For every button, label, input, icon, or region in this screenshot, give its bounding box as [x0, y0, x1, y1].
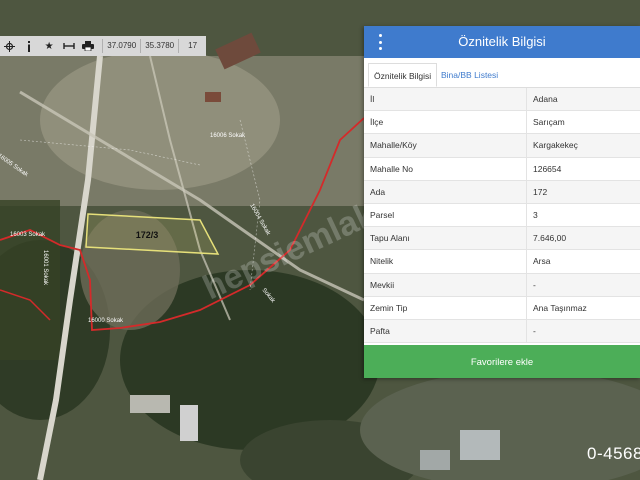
street-label-16006: 16006 Sokak	[210, 133, 246, 139]
print-icon[interactable]	[79, 36, 99, 56]
panel-tabs: Öznitelik Bilgisi Bina/BB Listesi	[364, 58, 640, 88]
street-label-16001: 16001 Sokak	[42, 250, 48, 286]
attribute-key: Tapu Alanı	[364, 226, 527, 251]
attribute-key: Pafta	[364, 319, 527, 344]
panel-header: Öznitelik Bilgisi	[364, 26, 640, 58]
crosshair-icon[interactable]	[0, 36, 20, 56]
info-icon[interactable]	[20, 36, 40, 56]
street-label-16003: 16003 Sokak	[10, 232, 46, 238]
zoom-readout: 17	[178, 39, 206, 53]
table-row: Pafta -	[364, 319, 640, 344]
attribute-value: Adana	[526, 88, 640, 112]
street-label-16000: 16000 Sokak	[88, 318, 124, 324]
attribute-panel: Öznitelik Bilgisi Öznitelik Bilgisi Bina…	[364, 26, 640, 378]
attribute-key: Zemin Tip	[364, 296, 527, 320]
attribute-value: 3	[526, 203, 640, 228]
attribute-key: Nitelik	[364, 249, 527, 274]
phone-number: 0-4568	[587, 444, 640, 463]
attribute-value: -	[526, 273, 640, 297]
table-row: Mahalle/Köy Kargakekeç	[364, 133, 640, 158]
attribute-key: Mahalle No	[364, 157, 527, 181]
table-row: Parsel 3	[364, 203, 640, 228]
attribute-key: Parsel	[364, 203, 527, 228]
attribute-value: Ana Taşınmaz	[526, 296, 640, 320]
table-row: Tapu Alanı 7.646,00	[364, 226, 640, 251]
attribute-value: Kargakekeç	[526, 133, 640, 158]
attribute-value: -	[526, 319, 640, 344]
star-icon[interactable]: ★	[39, 36, 59, 56]
add-favorite-button[interactable]: Favorilere ekle	[364, 345, 640, 378]
attribute-value: 7.646,00	[526, 226, 640, 251]
attribute-value: Sarıçam	[526, 110, 640, 135]
attribute-table: İl Adana İlçe Sarıçam Mahalle/Köy Kargakekeç M…	[364, 88, 640, 344]
attribute-key: Mahalle/Köy	[364, 133, 527, 158]
table-row: Mahalle No 126654	[364, 157, 640, 181]
tab-building-list[interactable]: Bina/BB Listesi	[436, 63, 503, 87]
table-row: Mevkii -	[364, 273, 640, 297]
table-row: Ada 172	[364, 180, 640, 204]
attribute-value: 172	[526, 180, 640, 204]
attribute-key: İlçe	[364, 110, 527, 135]
table-row: İlçe Sarıçam	[364, 110, 640, 135]
attribute-key: İl	[364, 88, 527, 112]
table-row: Nitelik Arsa	[364, 249, 640, 274]
attribute-key: Mevkii	[364, 273, 527, 297]
parcel-label[interactable]: 172/3	[136, 230, 159, 240]
latitude-readout: 35.3780	[140, 39, 178, 53]
longitude-readout: 37.0790	[102, 39, 140, 53]
table-row: Zemin Tip Ana Taşınmaz	[364, 296, 640, 320]
attribute-value: Arsa	[526, 249, 640, 274]
panel-title: Öznitelik Bilgisi	[458, 34, 546, 49]
tab-attribute-info[interactable]: Öznitelik Bilgisi	[368, 63, 438, 87]
table-row: İl Adana	[364, 88, 640, 112]
measure-icon[interactable]	[59, 36, 79, 56]
attribute-value: 126654	[526, 157, 640, 181]
map-toolbar: ★ 37.0790 35.3780 17	[0, 36, 206, 56]
attribute-key: Ada	[364, 180, 527, 204]
